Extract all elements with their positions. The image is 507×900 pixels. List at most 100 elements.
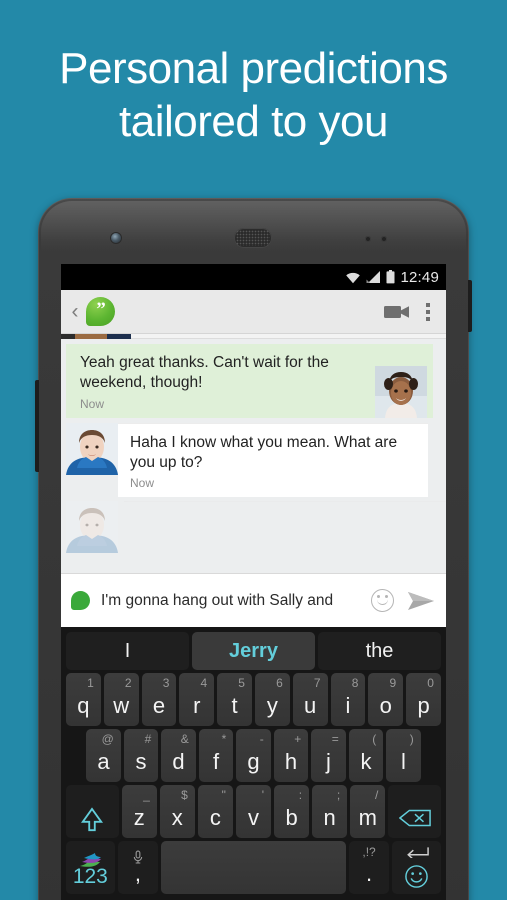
key-o[interactable]: 9o [368,673,404,726]
key-label: a [97,749,110,774]
comma-key[interactable]: , [117,841,159,894]
key-r[interactable]: 4r [179,673,215,726]
pending-message-placeholder [124,501,446,553]
space-key[interactable] [161,841,346,894]
key-m[interactable]: / m [350,785,386,838]
key-label: n [323,805,336,830]
backspace-key-icon[interactable] [388,785,441,838]
message-row-incoming[interactable]: Haha I know what you mean. What are you … [66,423,446,497]
key-a[interactable]: @ a [86,729,121,782]
key-label: j [326,749,331,774]
key-c[interactable]: " c [197,785,233,838]
sms-status-dot-icon[interactable] [71,591,90,610]
avatar [66,501,118,553]
numeric-mode-key[interactable]: 123 [66,841,115,894]
keyboard-row-4[interactable]: 123 , ,!? . [64,841,443,897]
prediction-candidate-3[interactable]: the [318,632,441,670]
key-k[interactable]: (k [348,729,384,782]
conversation-list[interactable]: Yeah great thanks. Can't wait for the we… [61,344,446,573]
speaker-grille [234,228,272,248]
key-alt-label: # [144,732,152,746]
key-n[interactable]: ; n [312,785,348,838]
row2-right-spacer [424,729,441,782]
cellular-signal-icon [366,270,381,284]
key-y[interactable]: 6y [254,673,290,726]
key-label: e [152,693,166,718]
keyboard-row-1[interactable]: 1q 2w 3e 4r 5t 6y 7u 8i 9o 0p [64,673,443,729]
swiftkey-logo [79,849,102,867]
prediction-candidate-2[interactable]: Jerry [192,632,315,670]
emoji-key-icon [404,864,429,895]
key-alt-label: * [221,732,227,746]
key-s[interactable]: # s [123,729,159,782]
key-alt-label: 4 [200,676,208,690]
keyboard-row-2[interactable]: @ a # s & d * f -g + h = j (k ) l [64,729,443,785]
key-alt-label: ) [409,732,414,746]
key-alt-label: 9 [389,676,397,690]
shift-key-icon[interactable] [66,785,119,838]
key-i[interactable]: 8i [330,673,366,726]
key-h[interactable]: + h [273,729,309,782]
key-alt-label: ; [336,788,341,802]
volume-button[interactable] [35,380,39,472]
key-t[interactable]: 5t [217,673,252,726]
enter-key[interactable] [392,841,442,895]
key-alt-label: ' [261,788,265,802]
key-g[interactable]: -g [236,729,271,782]
key-p[interactable]: 0p [406,673,441,726]
key-alt-label: 2 [124,676,132,690]
key-f[interactable]: * f [198,729,234,782]
battery-icon [386,270,395,284]
key-label: r [193,693,201,718]
hangouts-action-bar: ‹ ” [61,290,446,334]
key-alt-label: - [259,732,264,746]
light-sensor-icon [381,236,387,242]
back-button[interactable]: ‹ [65,301,85,322]
key-w[interactable]: 2w [103,673,139,726]
key-alt-label: _ [143,788,150,802]
power-button[interactable] [468,280,472,332]
key-z[interactable]: _ z [121,785,157,838]
key-q[interactable]: 1q [66,673,101,726]
key-x[interactable]: $ x [159,785,195,838]
conversation-tab-strip[interactable] [61,334,446,339]
numeric-mode-label: 123 [72,864,108,888]
key-label: w [113,693,130,718]
headline-line-2: tailored to you [119,97,388,146]
swiftkey-keyboard[interactable]: I Jerry the 1q 2w 3e 4r 5t 6y 7u 8i 9o 0… [61,627,446,900]
overflow-menu-icon[interactable] [414,302,442,321]
key-alt-label: $ [181,788,188,802]
key-alt-label: 7 [313,676,321,690]
emoji-icon[interactable] [371,589,394,612]
key-label: q [77,693,90,718]
key-b[interactable]: :b [274,785,310,838]
compose-bar[interactable]: I'm gonna hang out with Sally and [61,573,446,627]
key-alt-label: ( [372,732,377,746]
key-l[interactable]: ) l [386,729,421,782]
message-row-pending[interactable] [66,501,446,553]
send-icon[interactable] [406,591,436,611]
row2-left-spacer [66,729,83,782]
key-label: b [285,805,298,830]
hangouts-logo[interactable]: ” [86,297,115,326]
key-e[interactable]: 3e [141,673,177,726]
key-j[interactable]: = j [311,729,346,782]
compose-input[interactable]: I'm gonna hang out with Sally and [101,591,371,611]
key-d[interactable]: & d [161,729,196,782]
prediction-candidate-1[interactable]: I [66,632,189,670]
message-timestamp: Now [80,397,105,411]
video-call-icon[interactable] [380,304,414,320]
key-label: l [401,749,406,774]
key-v[interactable]: ' v [235,785,272,838]
key-alt-label: " [221,788,226,802]
key-label: c [209,805,221,830]
key-label: h [284,749,298,774]
period-key[interactable]: ,!? . [348,841,390,894]
key-u[interactable]: 7u [292,673,328,726]
message-bubble-incoming[interactable]: Haha I know what you mean. What are you … [118,423,428,497]
avatar [375,366,427,418]
prediction-bar[interactable]: I Jerry the [64,630,443,673]
keyboard-row-3[interactable]: _ z $ x " c ' v :b ; n / m [64,785,443,841]
message-bubble-outgoing[interactable]: Yeah great thanks. Can't wait for the we… [66,344,433,418]
microphone-icon [132,845,143,871]
